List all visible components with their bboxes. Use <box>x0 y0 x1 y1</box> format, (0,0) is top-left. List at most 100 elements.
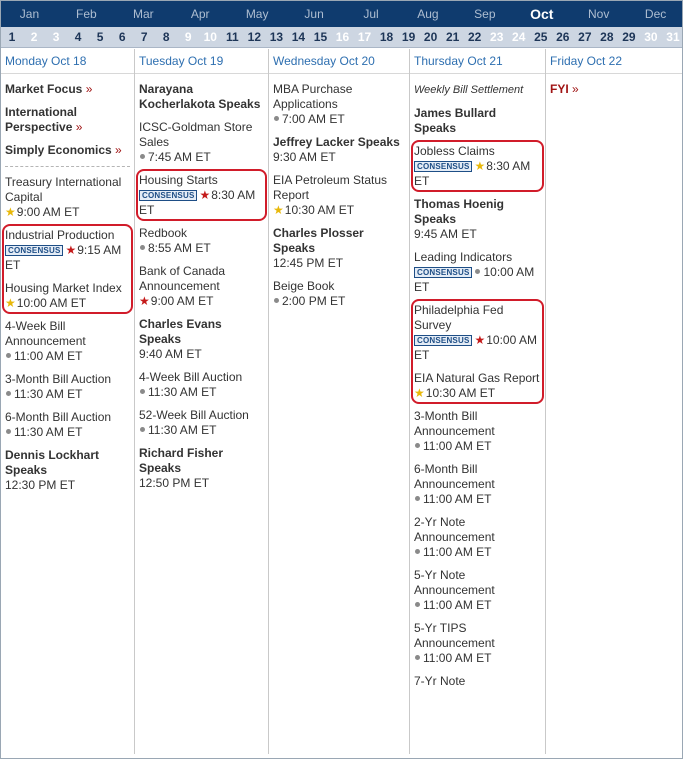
month-tab-oct[interactable]: Oct <box>513 1 570 27</box>
event-name-link[interactable]: Richard Fisher Speaks <box>139 446 223 475</box>
event-item: 2-Yr Note Announcement 11:00 AM ET <box>414 515 541 560</box>
month-tab-jun[interactable]: Jun <box>286 1 343 27</box>
event-name-link[interactable]: 52-Week Bill Auction <box>139 408 249 422</box>
column-header[interactable]: Monday Oct 18 <box>1 49 134 74</box>
event-item: 4-Week Bill Auction 11:30 AM ET <box>139 370 264 400</box>
event-name-link[interactable]: 3-Month Bill Auction <box>5 372 111 386</box>
event-name-link[interactable]: 4-Week Bill Announcement <box>5 319 86 348</box>
day-link-18[interactable]: 18 <box>376 27 398 47</box>
day-link-19[interactable]: 19 <box>398 27 420 47</box>
event-name-link[interactable]: Weekly Bill Settlement <box>414 84 523 96</box>
month-tab-sep[interactable]: Sep <box>456 1 513 27</box>
more-arrow-icon[interactable]: » <box>86 82 93 96</box>
day-link-4[interactable]: 4 <box>67 27 89 47</box>
day-link-24[interactable]: 24 <box>508 27 530 47</box>
week-columns: Monday Oct 18 Market Focus » International… <box>1 49 682 754</box>
event-name-link[interactable]: FYI <box>550 82 569 96</box>
event-name-link[interactable]: 6-Month Bill Auction <box>5 410 111 424</box>
more-arrow-icon[interactable]: » <box>76 120 83 134</box>
event-name-link[interactable]: Market Focus <box>5 82 82 96</box>
column-header[interactable]: Wednesday Oct 20 <box>269 49 409 74</box>
month-tab-aug[interactable]: Aug <box>399 1 456 27</box>
event-name-link[interactable]: MBA Purchase Applications <box>273 82 352 111</box>
day-link-26[interactable]: 26 <box>552 27 574 47</box>
day-link-10[interactable]: 10 <box>199 27 221 47</box>
more-arrow-icon[interactable]: » <box>572 82 579 96</box>
day-link-23[interactable]: 23 <box>486 27 508 47</box>
event-name-link[interactable]: 4-Week Bill Auction <box>139 370 242 384</box>
day-link-3[interactable]: 3 <box>45 27 67 47</box>
event-name-link[interactable]: 6-Month Bill Announcement <box>414 462 495 491</box>
day-link-21[interactable]: 21 <box>442 27 464 47</box>
day-link-30[interactable]: 30 <box>640 27 662 47</box>
day-link-20[interactable]: 20 <box>420 27 442 47</box>
event-name-link[interactable]: James Bullard Speaks <box>414 106 496 135</box>
event-name-link[interactable]: International Perspective <box>5 105 77 134</box>
event-name-link[interactable]: Narayana Kocherlakota Speaks <box>139 82 260 111</box>
event-name-link[interactable]: Redbook <box>139 226 187 240</box>
event-name-link[interactable]: Charles Evans Speaks <box>139 317 222 346</box>
event-name-link[interactable]: Treasury International Capital <box>5 175 121 204</box>
month-tab-feb[interactable]: Feb <box>58 1 115 27</box>
event-name-link[interactable]: 2-Yr Note Announcement <box>414 515 495 544</box>
more-arrow-icon[interactable]: » <box>115 143 122 157</box>
day-link-28[interactable]: 28 <box>596 27 618 47</box>
event-name-link[interactable]: Beige Book <box>273 279 334 293</box>
day-link-9[interactable]: 9 <box>177 27 199 47</box>
month-tab-dec[interactable]: Dec <box>627 1 682 27</box>
event-name-link[interactable]: 5-Yr Note Announcement <box>414 568 495 597</box>
day-link-15[interactable]: 15 <box>309 27 331 47</box>
month-tab-apr[interactable]: Apr <box>172 1 229 27</box>
month-tab-may[interactable]: May <box>229 1 286 27</box>
event-name-link[interactable]: Jeffrey Lacker Speaks <box>273 135 400 149</box>
day-link-1[interactable]: 1 <box>1 27 23 47</box>
event-name-link[interactable]: Leading Indicators <box>414 250 512 264</box>
highlight-box <box>411 299 544 404</box>
event-name-link[interactable]: ICSC-Goldman Store Sales <box>139 120 252 149</box>
day-link-16[interactable]: 16 <box>331 27 353 47</box>
column-header[interactable]: Thursday Oct 21 <box>410 49 545 74</box>
event-time: 11:30 AM ET <box>14 387 83 401</box>
day-link-11[interactable]: 11 <box>221 27 243 47</box>
event-name-link[interactable]: 5-Yr TIPS Announcement <box>414 621 495 650</box>
event-name-link[interactable]: 7-Yr Note <box>414 674 465 688</box>
column-header[interactable]: Friday Oct 22 <box>546 49 682 74</box>
highlight-box <box>2 224 133 314</box>
day-link-29[interactable]: 29 <box>618 27 640 47</box>
month-tab-mar[interactable]: Mar <box>115 1 172 27</box>
event-item: 6-Month Bill Auction 11:30 AM ET <box>5 410 130 440</box>
month-tab-jul[interactable]: Jul <box>343 1 400 27</box>
event-item: Simply Economics » <box>5 143 130 158</box>
day-link-31[interactable]: 31 <box>662 27 682 47</box>
event-time: 11:00 AM ET <box>423 545 492 559</box>
event-name-link[interactable]: EIA Petroleum Status Report <box>273 173 387 202</box>
event-name-link[interactable]: Dennis Lockhart Speaks <box>5 448 99 477</box>
month-tab-nov[interactable]: Nov <box>570 1 627 27</box>
event-name-link[interactable]: Thomas Hoenig Speaks <box>414 197 504 226</box>
event-time: 9:30 AM ET <box>273 150 336 164</box>
day-link-13[interactable]: 13 <box>265 27 287 47</box>
day-link-6[interactable]: 6 <box>111 27 133 47</box>
day-link-5[interactable]: 5 <box>89 27 111 47</box>
day-link-7[interactable]: 7 <box>133 27 155 47</box>
day-link-25[interactable]: 25 <box>530 27 552 47</box>
event-time: 11:30 AM ET <box>148 385 217 399</box>
event-name-link[interactable]: Charles Plosser Speaks <box>273 226 364 255</box>
event-item: Redbook 8:55 AM ET <box>139 226 264 256</box>
event-name-link[interactable]: Bank of Canada Announcement <box>139 264 225 293</box>
column-header[interactable]: Tuesday Oct 19 <box>135 49 268 74</box>
month-nav: Jan Feb Mar Apr May Jun Jul Aug Sep Oct Nov Dec <box>1 1 682 27</box>
day-link-22[interactable]: 22 <box>464 27 486 47</box>
day-link-27[interactable]: 27 <box>574 27 596 47</box>
day-link-2[interactable]: 2 <box>23 27 45 47</box>
event-name-link[interactable]: 3-Month Bill Announcement <box>414 409 495 438</box>
day-link-12[interactable]: 12 <box>243 27 265 47</box>
event-name-link[interactable]: Simply Economics <box>5 143 112 157</box>
consensus-badge[interactable]: CONSENSUS <box>414 267 473 279</box>
day-link-17[interactable]: 17 <box>354 27 376 47</box>
highlight-box <box>411 140 544 192</box>
bullet-dot-icon <box>6 391 11 397</box>
month-tab-jan[interactable]: Jan <box>1 1 58 27</box>
day-link-14[interactable]: 14 <box>287 27 309 47</box>
day-link-8[interactable]: 8 <box>155 27 177 47</box>
